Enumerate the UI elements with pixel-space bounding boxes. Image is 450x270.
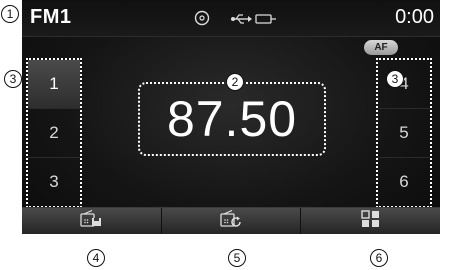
callout-6: 6 bbox=[370, 249, 388, 267]
menu-button[interactable] bbox=[301, 208, 440, 234]
preset-label: 6 bbox=[399, 172, 409, 191]
clock: 0:00 bbox=[395, 6, 434, 28]
bottom-toolbar bbox=[22, 207, 440, 234]
callout-4: 4 bbox=[87, 249, 105, 267]
disc-icon bbox=[194, 10, 210, 31]
preset-label: 2 bbox=[49, 123, 59, 142]
preset-button-3[interactable]: 3 bbox=[28, 158, 80, 206]
radio-screen: FM1 0:00 AF 1 2 3 87.50 4 5 6 bbox=[22, 0, 440, 234]
radio-scan-icon bbox=[220, 209, 242, 233]
preset-button-2[interactable]: 2 bbox=[28, 109, 80, 158]
callout-1: 1 bbox=[1, 5, 19, 23]
callout-3-left: 3 bbox=[4, 70, 22, 88]
band-label: FM1 bbox=[30, 6, 72, 28]
frequency-display: 87.50 bbox=[138, 82, 326, 156]
battery-plug-icon bbox=[255, 12, 277, 30]
preset-button-4[interactable]: 4 bbox=[378, 60, 430, 109]
preset-group-right: 4 5 6 bbox=[376, 58, 432, 208]
save-preset-button[interactable] bbox=[22, 208, 162, 234]
preset-button-6[interactable]: 6 bbox=[378, 158, 430, 206]
preset-label: 5 bbox=[399, 123, 409, 142]
callout-3-right: 3 bbox=[386, 70, 404, 88]
preset-button-5[interactable]: 5 bbox=[378, 109, 430, 158]
status-bar: FM1 0:00 bbox=[22, 0, 440, 37]
callout-5: 5 bbox=[228, 249, 246, 267]
usb-icon bbox=[230, 12, 252, 30]
af-badge[interactable]: AF bbox=[364, 40, 398, 55]
radio-save-icon bbox=[80, 209, 102, 233]
frequency-value: 87.50 bbox=[166, 91, 298, 147]
preset-button-1[interactable]: 1 bbox=[28, 60, 80, 109]
preset-label: 1 bbox=[49, 74, 59, 93]
callout-2: 2 bbox=[226, 73, 244, 91]
preset-group-left: 1 2 3 bbox=[26, 58, 82, 208]
preset-label: 3 bbox=[49, 172, 59, 191]
scan-button[interactable] bbox=[161, 208, 302, 234]
menu-grid-icon bbox=[360, 209, 381, 233]
